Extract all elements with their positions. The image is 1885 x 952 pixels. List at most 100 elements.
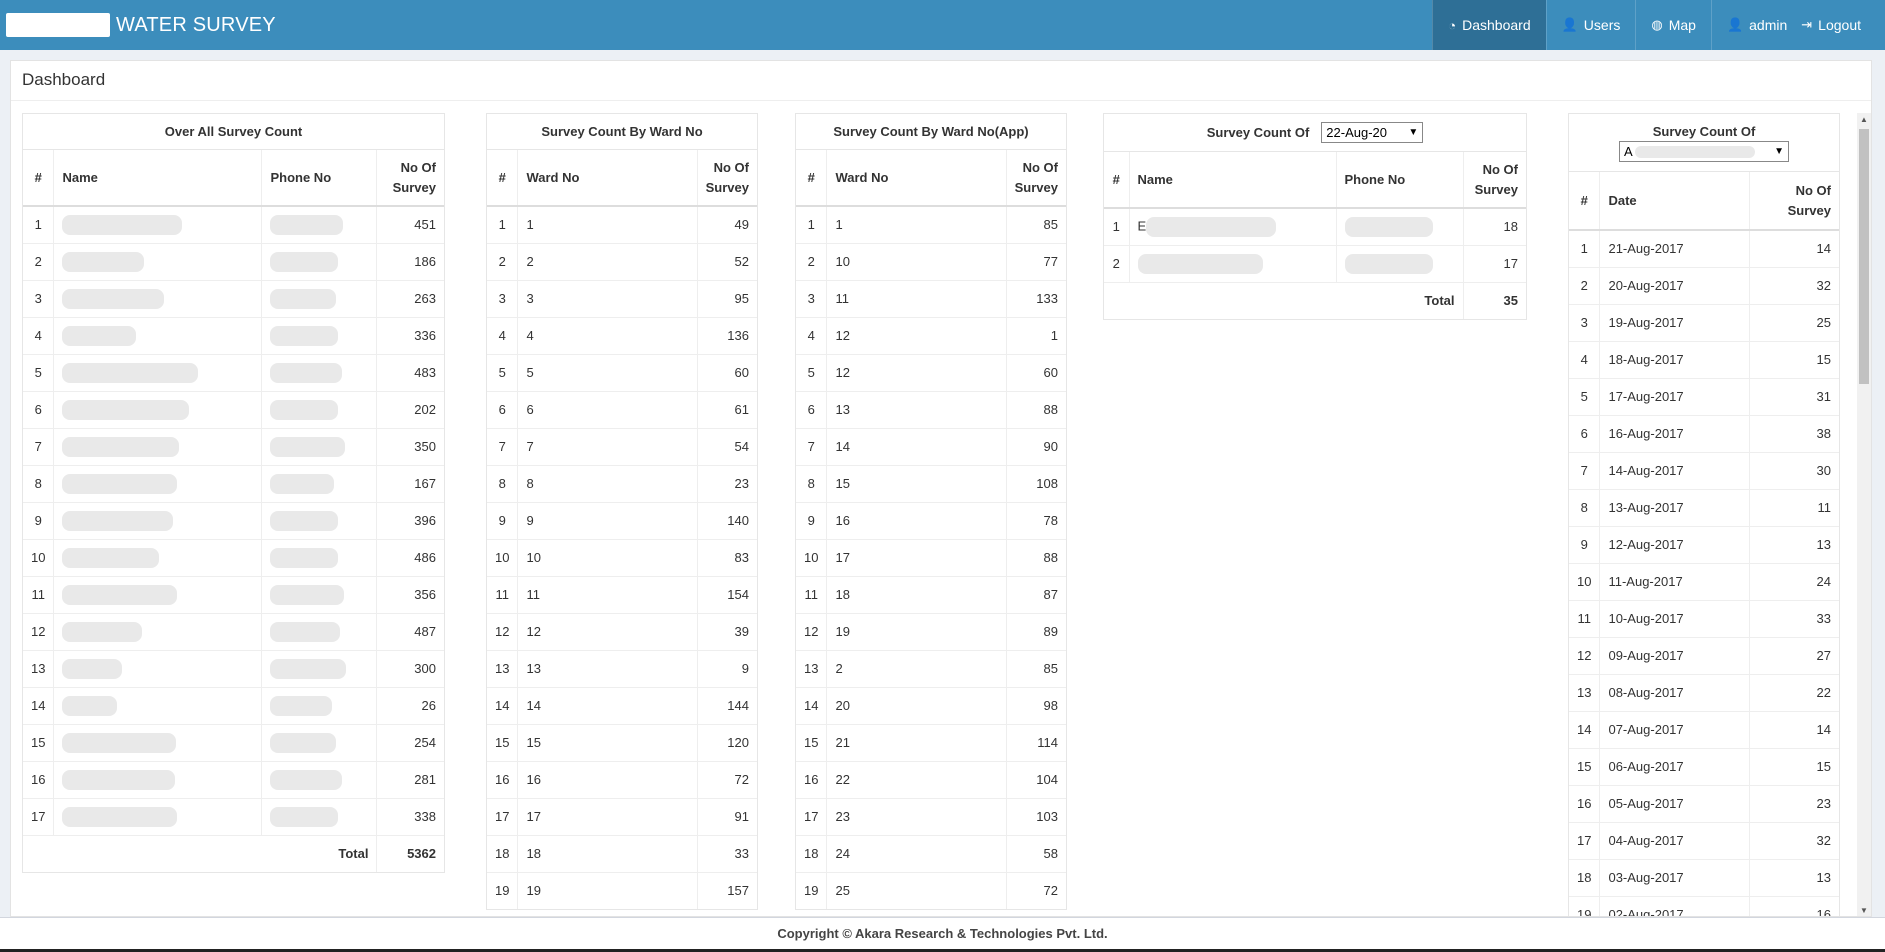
cell-index: 18 [796,834,827,872]
cell-date: 08-Aug-2017 [1599,673,1750,711]
cell-count: 38 [1749,414,1839,452]
table-row: 10 486 [23,538,444,576]
table-row: 12 19 89 [796,612,1066,650]
cell-index: 7 [23,427,54,465]
scroll-down-icon[interactable]: ▼ [1857,904,1871,916]
cell-ward: 10 [826,242,1007,280]
table-row: 18 03-Aug-2017 13 [1569,858,1839,896]
cell-name [53,427,262,465]
overall-survey-title: Over All Survey Count [23,114,444,150]
redacted-text [62,473,178,494]
cell-phone [261,612,377,650]
cell-name [53,390,262,428]
cell-count: 486 [376,538,444,576]
cell-index: 14 [487,686,518,724]
redacted-text [270,621,341,642]
col-ward: Ward No [517,150,698,207]
cell-index: 19 [796,871,827,909]
cell-index: 9 [23,501,54,539]
user-select-value: A [1624,144,1755,159]
table-row: 19 19 157 [487,871,757,909]
user-select[interactable]: A ▼ [1619,140,1789,162]
cell-ward: 17 [517,797,698,835]
cell-count: 9 [696,649,757,687]
cell-ward: 21 [826,723,1007,761]
cell-count: 49 [696,205,757,243]
cell-ward: 1 [826,205,1007,243]
cell-ward: 7 [517,427,698,465]
table-row: 3 3 95 [487,279,757,317]
cell-index: 1 [1569,229,1600,267]
nav-dashboard-label: Dashboard [1462,17,1531,33]
page-scrollbar[interactable]: ▲ ▼ [1857,113,1871,916]
cell-count: 88 [1005,390,1066,428]
total-row: Total 5362 [23,834,444,872]
nav-dashboard[interactable]: ◔ Dashboard [1432,0,1546,50]
cell-ward: 6 [517,390,698,428]
cell-count: 1 [1005,316,1066,354]
table-row: 3 19-Aug-2017 25 [1569,303,1839,341]
table-row: 6 6 61 [487,390,757,428]
redacted-text [62,547,160,568]
cell-name [53,612,262,650]
redacted-text [62,510,174,531]
nav-user-account[interactable]: 👤 admin [1710,0,1795,50]
cell-count: 22 [1749,673,1839,711]
total-value: 35 [1462,281,1526,319]
table-row: 9 9 140 [487,501,757,539]
cell-ward: 12 [517,612,698,650]
cell-count: 30 [1749,451,1839,489]
scroll-up-icon[interactable]: ▲ [1857,113,1871,127]
chevron-down-icon: ▼ [1774,145,1784,157]
table-row: 7 14-Aug-2017 30 [1569,451,1839,489]
nav-map[interactable]: ◍ Map [1635,0,1711,50]
cell-index: 2 [796,242,827,280]
table-row: 16 22 104 [796,760,1066,798]
table-row: 8 13-Aug-2017 11 [1569,488,1839,526]
cell-ward: 10 [517,538,698,576]
brand-title[interactable]: WATER SURVEY [116,14,276,37]
cell-index: 14 [1569,710,1600,748]
cell-phone [261,538,377,576]
nav-logout[interactable]: ⇥ Logout [1795,0,1885,50]
table-row: 18 18 33 [487,834,757,872]
cell-name [53,538,262,576]
redacted-text [62,362,199,383]
cell-date: 18-Aug-2017 [1599,340,1750,378]
brand-logo[interactable] [6,13,110,37]
user-survey-panel: Survey Count Of A ▼ # Date No Of Survey … [1568,113,1840,916]
cell-count: 58 [1005,834,1066,872]
cell-count: 83 [696,538,757,576]
cell-index: 7 [487,427,518,465]
table-row: 11 356 [23,575,444,613]
table-row: 14 07-Aug-2017 14 [1569,710,1839,748]
cell-phone [261,686,377,724]
cell-name [53,464,262,502]
cell-index: 19 [1569,895,1600,916]
cell-count: 32 [1749,821,1839,859]
user-survey-header: Survey Count Of A ▼ [1569,114,1839,172]
cell-count: 186 [376,242,444,280]
col-count: No Of Survey [376,150,444,207]
redacted-text [62,658,123,679]
table-row: 12 09-Aug-2017 27 [1569,636,1839,674]
date-select[interactable]: 22-Aug-20 ▼ [1321,122,1424,143]
redacted-text [270,510,339,531]
cell-index: 11 [23,575,54,613]
scroll-thumb[interactable] [1859,129,1869,384]
cell-count: 23 [696,464,757,502]
cell-count: 52 [696,242,757,280]
cell-name [53,242,262,280]
overall-survey-panel: Over All Survey Count # Name Phone No No… [22,113,445,873]
name-initial: E [1137,218,1147,234]
cell-count: 26 [376,686,444,724]
cell-index: 15 [23,723,54,761]
cell-index: 16 [23,760,54,798]
cell-index: 1 [1104,207,1129,245]
nav-users[interactable]: 👤 Users [1545,0,1636,50]
user-icon: 👤 [1561,17,1578,32]
cell-index: 8 [796,464,827,502]
overall-survey-table: # Name Phone No No Of Survey 1 451 2 186 3 26… [23,150,444,872]
cell-count: 14 [1749,229,1839,267]
col-index: # [1569,172,1600,231]
